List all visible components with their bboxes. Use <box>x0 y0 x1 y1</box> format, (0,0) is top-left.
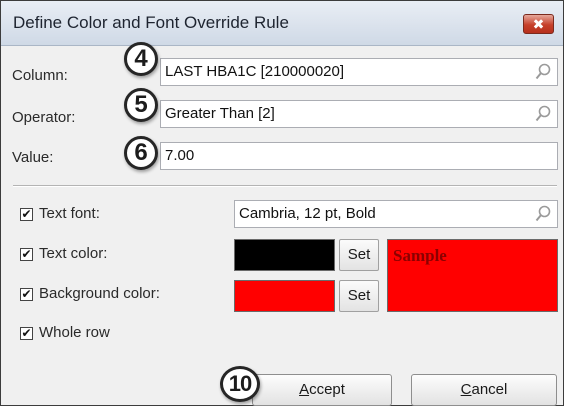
magnifier-icon[interactable] <box>535 205 551 223</box>
section-divider <box>13 185 557 187</box>
checkmark-icon: ✔ <box>21 207 32 221</box>
cancel-mnemonic: C <box>460 381 472 398</box>
whole-row-checkbox[interactable]: ✔ <box>20 327 33 340</box>
value-input-text: 7.00 <box>165 147 195 164</box>
background-color-swatch <box>234 280 335 312</box>
text-color-checkbox[interactable]: ✔ <box>20 248 33 261</box>
sample-text: Sample <box>393 246 447 265</box>
checkmark-icon: ✔ <box>21 287 32 301</box>
dialog-title: Define Color and Font Override Rule <box>13 13 289 32</box>
callout-badge-4: 4 <box>124 42 158 76</box>
operator-value: Greater Than [2] <box>165 105 275 122</box>
column-label: Column: <box>12 67 68 84</box>
callout-badge-5: 5 <box>124 88 158 122</box>
value-label: Value: <box>12 149 54 166</box>
whole-row-label: Whole row <box>39 324 110 341</box>
checkmark-icon: ✔ <box>21 326 32 340</box>
sample-preview: Sample <box>387 239 558 312</box>
background-color-set-button[interactable]: Set <box>339 280 379 312</box>
text-font-label: Text font: <box>39 205 100 222</box>
callout-badge-6: 6 <box>124 136 158 170</box>
text-color-label: Text color: <box>39 245 108 262</box>
operator-field[interactable]: Greater Than [2] <box>160 100 558 128</box>
magnifier-icon[interactable] <box>535 63 551 81</box>
accept-mnemonic: A <box>299 381 310 398</box>
text-font-checkbox[interactable]: ✔ <box>20 208 33 221</box>
callout-badge-10: 10 <box>220 366 260 402</box>
value-field[interactable]: 7.00 <box>160 142 558 170</box>
text-color-swatch <box>234 239 335 271</box>
close-icon: ✖ <box>532 16 545 32</box>
text-font-field[interactable]: Cambria, 12 pt, Bold <box>234 200 558 228</box>
text-color-set-button[interactable]: Set <box>339 239 379 271</box>
cancel-button[interactable]: Cancel <box>411 374 557 406</box>
magnifier-icon[interactable] <box>535 105 551 123</box>
accept-label: ccept <box>309 381 345 398</box>
column-value: LAST HBA1C [210000020] <box>165 63 345 80</box>
title-bar: Define Color and Font Override Rule ✖ <box>1 1 563 46</box>
text-font-value: Cambria, 12 pt, Bold <box>239 205 376 222</box>
dialog-window: Define Color and Font Override Rule ✖ Co… <box>0 0 564 406</box>
background-color-label: Background color: <box>39 285 160 302</box>
accept-button[interactable]: Accept <box>252 374 392 406</box>
background-color-checkbox[interactable]: ✔ <box>20 288 33 301</box>
operator-label: Operator: <box>12 109 76 126</box>
close-button[interactable]: ✖ <box>523 14 554 34</box>
column-field[interactable]: LAST HBA1C [210000020] <box>160 58 558 86</box>
cancel-label: ancel <box>471 381 508 398</box>
checkmark-icon: ✔ <box>21 247 32 261</box>
